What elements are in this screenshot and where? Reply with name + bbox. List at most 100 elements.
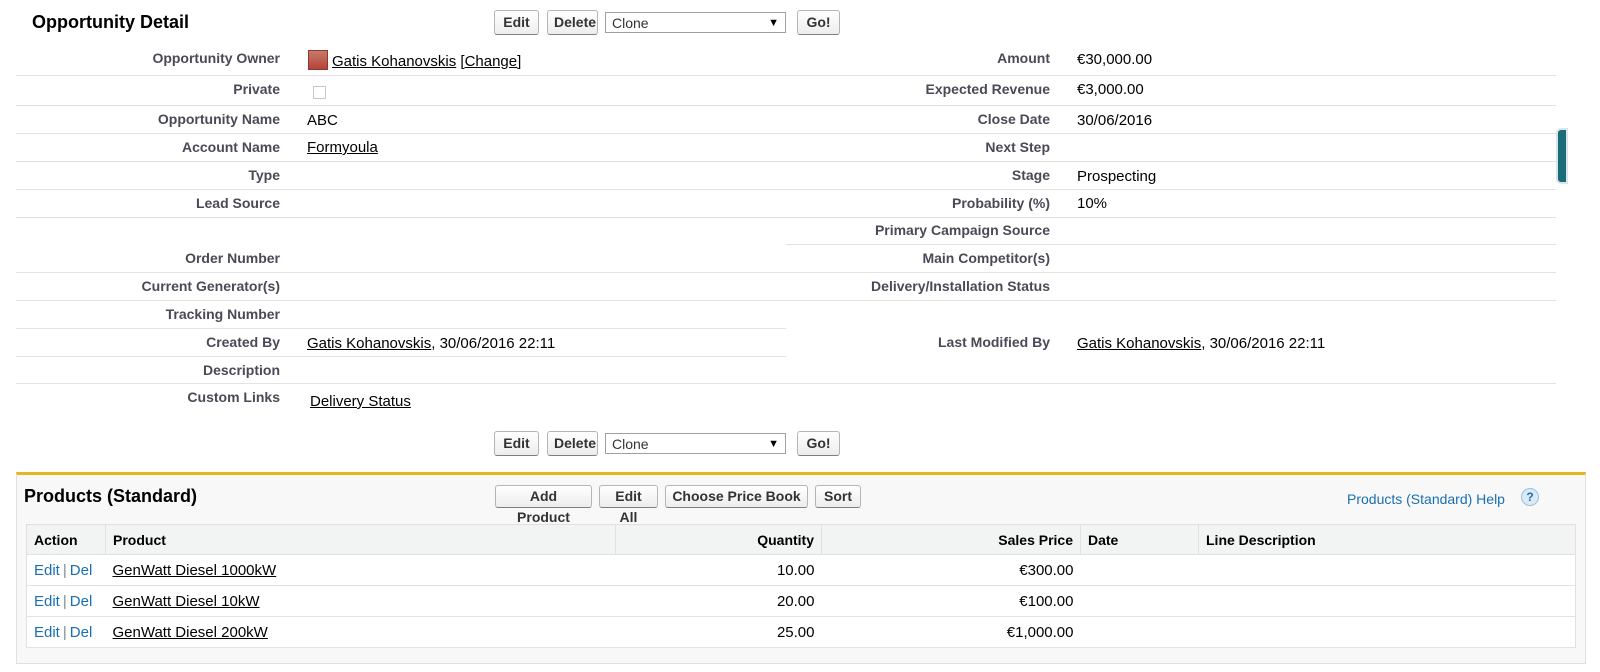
divider bbox=[16, 383, 1556, 384]
action-separator: | bbox=[62, 561, 67, 579]
delete-button[interactable]: Delete bbox=[547, 10, 598, 35]
primary-campaign-label: Primary Campaign Source bbox=[874, 222, 1050, 238]
delete-row-link[interactable]: Del bbox=[70, 562, 93, 579]
account-name-label: Account Name bbox=[181, 139, 280, 155]
column-header-product: Product bbox=[105, 524, 616, 555]
products-table: Action Product Quantity Sales Price Date… bbox=[26, 524, 1576, 648]
modified-by-user-link[interactable]: Gatis Kohanovskis bbox=[1077, 335, 1201, 352]
side-panel-tab[interactable] bbox=[1556, 128, 1568, 184]
line-description-cell bbox=[1198, 554, 1576, 586]
products-help-link[interactable]: Products (Standard) Help bbox=[1347, 491, 1505, 507]
product-link[interactable]: GenWatt Diesel 10kW bbox=[113, 593, 260, 610]
quantity-cell: 20.00 bbox=[615, 585, 822, 617]
delete-row-link[interactable]: Del bbox=[70, 593, 93, 610]
delivery-status-link[interactable]: Delivery Status bbox=[310, 393, 411, 410]
probability-label: Probability (%) bbox=[951, 195, 1050, 211]
date-cell bbox=[1080, 585, 1199, 617]
table-row: Edit | Del GenWatt Diesel 200kW 25.00 €1,0… bbox=[26, 616, 1576, 648]
order-number-label: Order Number bbox=[185, 250, 280, 266]
sales-price-cell: €300.00 bbox=[821, 554, 1081, 586]
date-cell bbox=[1080, 554, 1199, 586]
go-button-bottom[interactable]: Go! bbox=[797, 431, 840, 456]
clone-select[interactable]: Clone ▼ bbox=[605, 12, 786, 33]
action-cell: Edit | Del bbox=[26, 585, 106, 617]
edit-all-button[interactable]: Edit All bbox=[599, 485, 658, 525]
divider bbox=[16, 300, 786, 301]
page-title: Opportunity Detail bbox=[32, 12, 189, 32]
description-label: Description bbox=[202, 362, 280, 378]
help-icon[interactable]: ? bbox=[1521, 488, 1539, 506]
clone-select-value: Clone bbox=[612, 436, 649, 452]
lead-source-label: Lead Source bbox=[195, 195, 280, 211]
divider bbox=[16, 161, 786, 162]
action-cell: Edit | Del bbox=[26, 554, 106, 586]
last-modified-value: Gatis Kohanovskis, 30/06/2016 22:11 bbox=[1077, 335, 1325, 352]
quantity-cell: 25.00 bbox=[615, 616, 822, 648]
opportunity-name-value: ABC bbox=[307, 112, 338, 129]
divider bbox=[786, 189, 1556, 190]
column-header-line-description: Line Description bbox=[1198, 524, 1576, 555]
type-label: Type bbox=[248, 167, 280, 183]
divider bbox=[786, 105, 1556, 106]
account-link[interactable]: Formyoula bbox=[307, 139, 378, 156]
stage-label: Stage bbox=[1011, 167, 1050, 183]
action-separator: | bbox=[62, 623, 67, 641]
private-checkbox bbox=[313, 86, 326, 99]
edit-row-link[interactable]: Edit bbox=[34, 562, 60, 579]
divider bbox=[786, 133, 1556, 134]
next-step-label: Next Step bbox=[985, 139, 1050, 155]
line-description-cell bbox=[1198, 585, 1576, 617]
product-cell: GenWatt Diesel 200kW bbox=[105, 616, 616, 648]
table-row: Edit | Del GenWatt Diesel 10kW 20.00 €100.… bbox=[26, 585, 1576, 617]
table-row: Edit | Del GenWatt Diesel 1000kW 10.00 €30… bbox=[26, 554, 1576, 586]
line-description-cell bbox=[1198, 616, 1576, 648]
product-link[interactable]: GenWatt Diesel 1000kW bbox=[113, 562, 277, 579]
change-owner-link[interactable]: [Change] bbox=[460, 53, 521, 70]
choose-price-book-button[interactable]: Choose Price Book bbox=[665, 485, 808, 508]
column-header-action: Action bbox=[26, 524, 106, 555]
current-generator-label: Current Generator(s) bbox=[141, 278, 280, 294]
created-by-user-link[interactable]: Gatis Kohanovskis bbox=[307, 335, 431, 352]
delete-button-bottom[interactable]: Delete bbox=[547, 431, 598, 456]
product-link[interactable]: GenWatt Diesel 200kW bbox=[113, 624, 268, 641]
divider bbox=[786, 161, 1556, 162]
delivery-status-label: Delivery/Installation Status bbox=[871, 278, 1050, 294]
action-separator: | bbox=[62, 592, 67, 610]
divider bbox=[786, 244, 1556, 245]
stage-value: Prospecting bbox=[1077, 168, 1157, 185]
clone-select-value: Clone bbox=[612, 15, 649, 31]
account-name-value: Formyoula bbox=[307, 139, 378, 156]
column-header-sales-price: Sales Price bbox=[821, 524, 1081, 555]
divider bbox=[786, 75, 1556, 76]
table-header-row: Action Product Quantity Sales Price Date… bbox=[26, 524, 1576, 555]
clone-select-bottom[interactable]: Clone ▼ bbox=[605, 433, 786, 454]
go-button[interactable]: Go! bbox=[797, 10, 840, 35]
custom-links-label: Custom Links bbox=[187, 389, 280, 405]
opportunity-owner-value: Gatis Kohanovskis [Change] bbox=[332, 53, 521, 70]
divider bbox=[16, 189, 786, 190]
divider bbox=[16, 272, 786, 273]
divider bbox=[16, 133, 786, 134]
last-modified-label: Last Modified By bbox=[937, 334, 1050, 350]
divider bbox=[16, 328, 786, 329]
add-product-button[interactable]: Add Product bbox=[495, 485, 592, 525]
probability-value: 10% bbox=[1077, 195, 1108, 212]
edit-button-bottom[interactable]: Edit bbox=[494, 431, 539, 456]
delete-row-link[interactable]: Del bbox=[70, 624, 93, 641]
column-header-quantity: Quantity bbox=[615, 524, 822, 555]
amount-value: €30,000.00 bbox=[1077, 51, 1153, 68]
edit-button[interactable]: Edit bbox=[494, 10, 539, 35]
owner-link[interactable]: Gatis Kohanovskis bbox=[332, 53, 456, 70]
expected-revenue-label: Expected Revenue bbox=[925, 81, 1051, 97]
close-date-label: Close Date bbox=[977, 111, 1050, 127]
edit-row-link[interactable]: Edit bbox=[34, 624, 60, 641]
product-cell: GenWatt Diesel 10kW bbox=[105, 585, 616, 617]
product-cell: GenWatt Diesel 1000kW bbox=[105, 554, 616, 586]
sort-button[interactable]: Sort bbox=[815, 485, 861, 508]
sales-price-cell: €100.00 bbox=[821, 585, 1081, 617]
divider bbox=[786, 217, 1556, 218]
divider bbox=[16, 217, 786, 218]
divider bbox=[786, 300, 1556, 301]
edit-row-link[interactable]: Edit bbox=[34, 593, 60, 610]
divider bbox=[16, 75, 786, 76]
